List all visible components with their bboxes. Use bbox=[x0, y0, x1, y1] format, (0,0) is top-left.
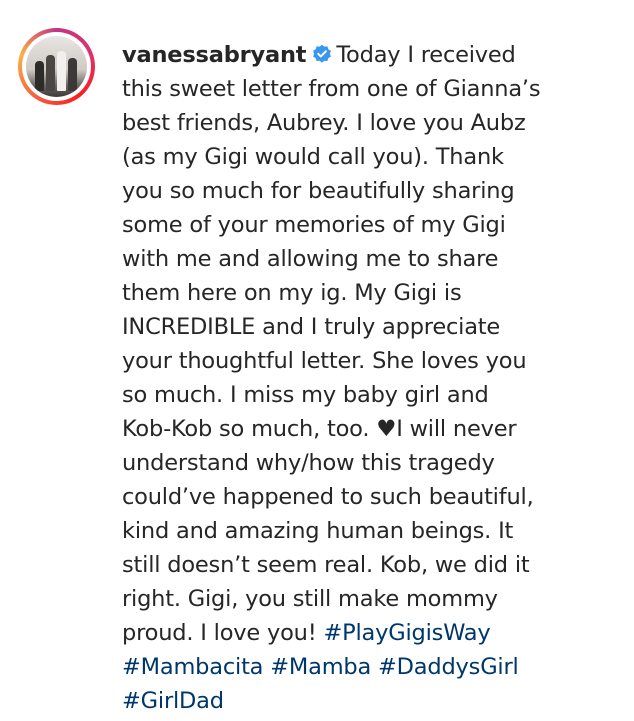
hashtag-mambacita[interactable]: #Mambacita bbox=[122, 654, 263, 680]
profile-photo bbox=[26, 36, 87, 97]
caption-line: (as my Gigi would call you). Thank bbox=[122, 144, 504, 170]
instagram-post-caption: vanessabryant Today I received this sweet… bbox=[0, 0, 634, 721]
caption-line: INCREDIBLE and I truly appreciate bbox=[122, 314, 501, 340]
caption-line: with me and allowing me to share bbox=[122, 246, 499, 272]
avatar[interactable] bbox=[22, 32, 91, 101]
caption-line-text: proud. I love you! bbox=[122, 620, 317, 646]
hashtag-girldad[interactable]: #GirlDad bbox=[122, 688, 224, 714]
caption-line: understand why/how this tragedy bbox=[122, 450, 495, 476]
caption-line: you so much for beautifully sharing bbox=[122, 178, 515, 204]
caption-line: this sweet letter from one of Gianna’s bbox=[122, 76, 541, 102]
hashtag-playgigisway[interactable]: #PlayGigisWay bbox=[323, 620, 490, 646]
caption-line: #Mambacita #Mamba #DaddysGirl bbox=[122, 650, 627, 684]
caption-line-text: Today I received bbox=[336, 42, 516, 68]
caption-line: right. Gigi, you still make mommy bbox=[122, 586, 498, 612]
caption-line: them here on my ig. My Gigi is bbox=[122, 280, 462, 306]
profile-photo-figure bbox=[46, 55, 55, 91]
caption-line: best friends, Aubrey. I love you Aubz bbox=[122, 110, 526, 136]
caption-line: so much. I miss my baby girl and bbox=[122, 382, 489, 408]
hashtag-mamba[interactable]: #Mamba bbox=[270, 654, 371, 680]
caption-line: proud. I love you! #PlayGigisWay bbox=[122, 616, 627, 650]
caption-line: vanessabryant Today I received bbox=[122, 38, 627, 72]
username-link[interactable]: vanessabryant bbox=[122, 42, 307, 68]
profile-photo-figure bbox=[68, 58, 77, 91]
caption-line: still doesn’t seem real. Kob, we did it bbox=[122, 552, 530, 578]
caption-text: vanessabryant Today I received this sweet… bbox=[122, 38, 627, 718]
avatar-story-ring[interactable] bbox=[18, 28, 95, 105]
caption-line: kind and amazing human beings. It bbox=[122, 518, 514, 544]
caption-line: your thoughtful letter. She loves you bbox=[122, 348, 527, 374]
caption-line: #GirlDad bbox=[122, 684, 627, 718]
hashtag-daddysgirl[interactable]: #DaddysGirl bbox=[378, 654, 519, 680]
caption-line: Kob-Kob so much, too. ♥I will never bbox=[122, 416, 517, 442]
caption-line: could’ve happened to such beautiful, bbox=[122, 484, 534, 510]
profile-photo-figure bbox=[57, 51, 66, 91]
profile-photo-figure bbox=[35, 61, 44, 91]
caption-line: some of your memories of my Gigi bbox=[122, 212, 506, 238]
verified-badge-icon bbox=[313, 44, 332, 63]
